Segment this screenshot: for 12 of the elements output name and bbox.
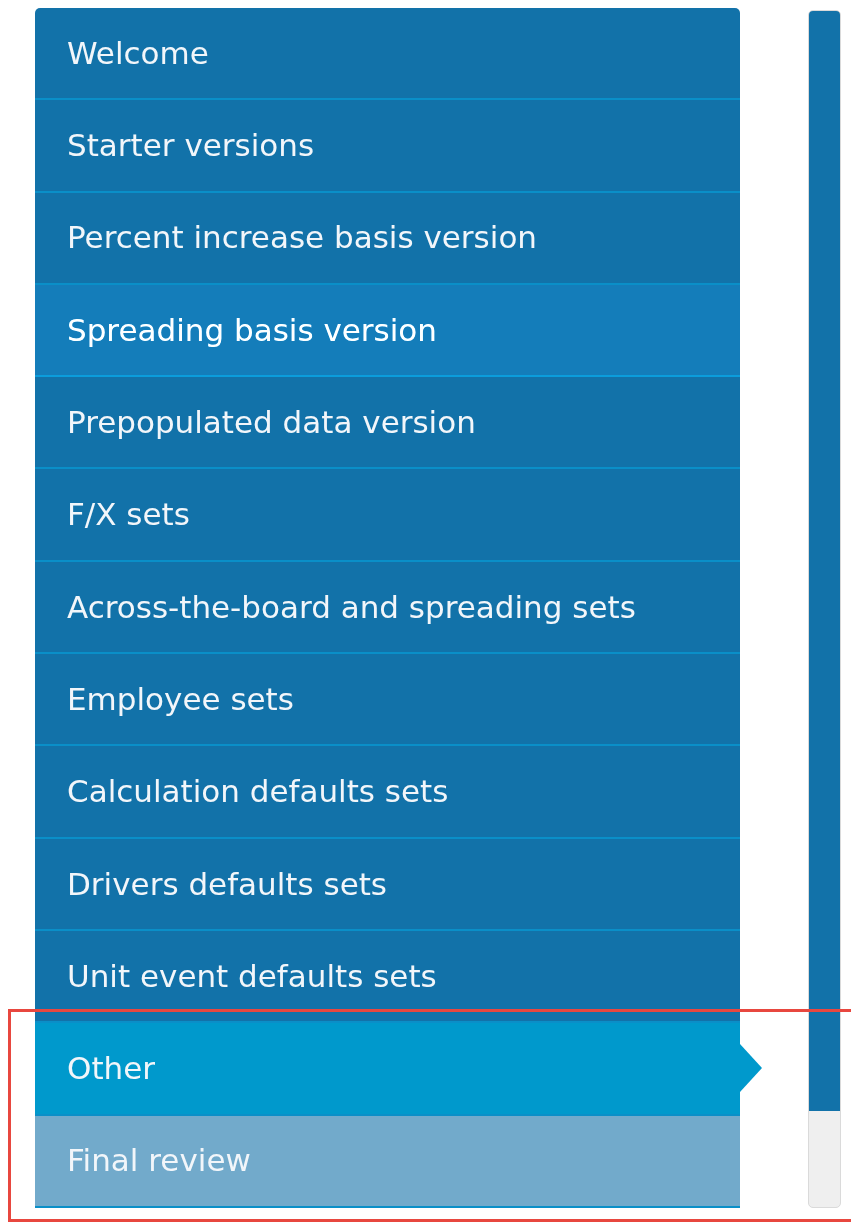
wizard-step[interactable]: Spreading basis version [35, 284, 740, 378]
wizard-step[interactable]: F/X sets [35, 469, 740, 562]
wizard-step[interactable]: Across-the-board and spreading sets [35, 561, 740, 655]
wizard-step[interactable]: Welcome [35, 8, 740, 101]
wizard-step[interactable]: Percent increase basis version [35, 192, 740, 285]
wizard-step[interactable]: Unit event defaults sets [35, 930, 740, 1024]
wizard-step[interactable]: Drivers defaults sets [35, 838, 740, 931]
wizard-step[interactable]: Calculation defaults sets [35, 746, 740, 839]
wizard-step[interactable]: Prepopulated data version [35, 377, 740, 470]
wizard-step[interactable]: Employee sets [35, 654, 740, 747]
wizard-step[interactable]: Starter versions [35, 100, 740, 193]
pointer-icon [740, 1044, 762, 1093]
